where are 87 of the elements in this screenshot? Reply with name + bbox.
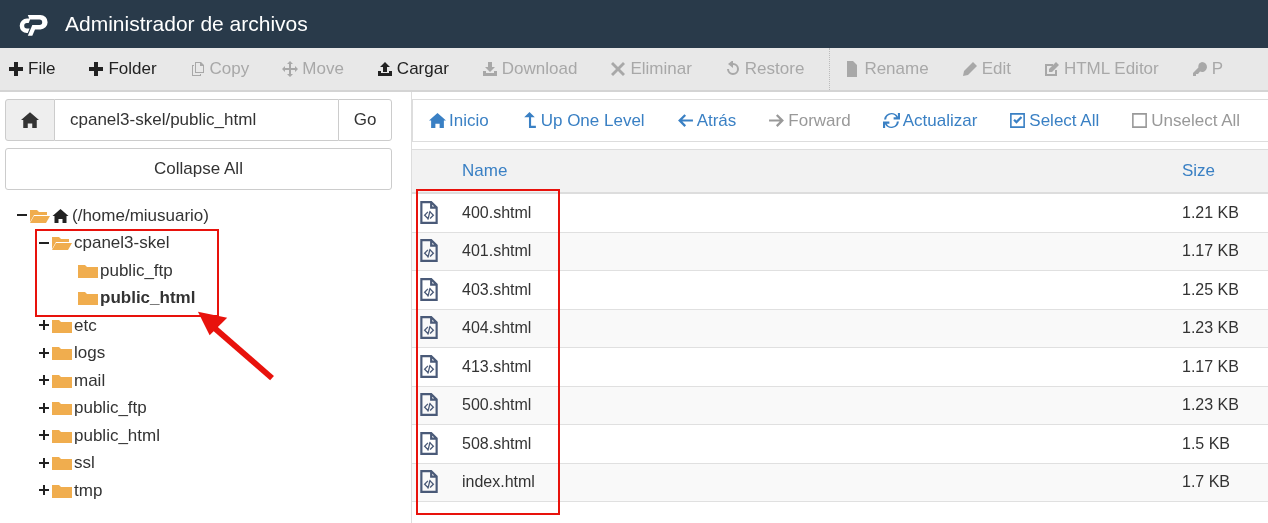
tree-item[interactable]: public_ftp <box>74 398 147 419</box>
folder-icon <box>52 317 72 334</box>
code-file-icon <box>420 393 438 418</box>
new-folder-icon <box>88 61 105 77</box>
file-name[interactable]: 500.shtml <box>462 396 1182 415</box>
nav-button[interactable]: Select All <box>999 110 1110 131</box>
folder-icon <box>52 400 72 417</box>
tree-item[interactable]: public_html <box>100 288 196 309</box>
tree-item[interactable]: ssl <box>74 453 95 474</box>
file-size: 1.23 KB <box>1182 319 1240 338</box>
file-name[interactable]: 403.shtml <box>462 280 1182 299</box>
expand-icon[interactable] <box>38 456 50 469</box>
file-name[interactable]: index.html <box>462 473 1182 492</box>
new-file-icon <box>8 61 24 77</box>
code-file-icon <box>420 431 438 456</box>
html-editor-icon <box>1043 61 1060 77</box>
folder-icon <box>52 427 72 444</box>
expand-icon[interactable] <box>38 346 50 359</box>
file-size: 1.17 KB <box>1182 357 1240 376</box>
nav-button[interactable]: Actualizar <box>872 110 988 131</box>
code-file-icon <box>420 470 438 495</box>
nav-button[interactable]: Inicio <box>419 110 499 131</box>
restore-icon <box>724 61 741 77</box>
expand-icon[interactable] <box>38 484 50 497</box>
file-size: 1.5 KB <box>1182 434 1232 453</box>
toolbar-button[interactable]: Folder <box>80 59 165 79</box>
home-button[interactable] <box>5 99 55 141</box>
open-folder-icon <box>30 207 50 224</box>
file-name[interactable]: 508.shtml <box>462 434 1182 453</box>
file-name[interactable]: 404.shtml <box>462 319 1182 338</box>
code-file-icon <box>420 354 438 379</box>
nav-button[interactable]: Atrás <box>666 110 747 131</box>
back-icon <box>676 112 694 129</box>
column-header[interactable]: Size <box>1182 161 1268 181</box>
code-file-icon <box>420 277 438 302</box>
collapse-all-button[interactable]: Collapse All <box>5 148 392 190</box>
tree-item[interactable]: tmp <box>74 480 103 501</box>
file-size: 1.23 KB <box>1182 396 1240 415</box>
home-icon <box>21 111 39 129</box>
file-size: 1.17 KB <box>1182 242 1240 261</box>
expand-icon[interactable] <box>38 374 50 387</box>
home-icon <box>52 207 69 224</box>
delete-icon <box>610 61 627 77</box>
app-title: Administrador de archivos <box>65 12 308 36</box>
upload-icon <box>376 61 393 77</box>
move-icon <box>282 61 299 77</box>
tree-item[interactable]: logs <box>74 343 106 364</box>
folder-icon <box>78 290 98 307</box>
code-file-icon <box>420 316 438 341</box>
open-folder-icon <box>52 235 72 252</box>
tree-item[interactable]: mail <box>74 370 106 391</box>
folder-icon <box>52 372 72 389</box>
home-icon <box>429 112 446 129</box>
tree-item[interactable]: cpanel3-skel <box>74 233 170 254</box>
file-size: 1.25 KB <box>1182 280 1240 299</box>
toolbar-button[interactable]: Cargar <box>368 59 457 79</box>
go-button[interactable]: Go <box>338 99 392 141</box>
copy-icon <box>189 61 206 77</box>
folder-icon <box>78 262 98 279</box>
code-file-icon <box>420 239 438 264</box>
path-field[interactable]: cpanel3-skel/public_html <box>55 99 338 141</box>
file-name[interactable]: 400.shtml <box>462 203 1182 222</box>
unselect-all-icon <box>1131 112 1149 129</box>
select-all-icon <box>1009 112 1027 129</box>
folder-icon <box>52 345 72 362</box>
code-file-icon <box>420 200 438 225</box>
file-size: 1.21 KB <box>1182 203 1240 222</box>
refresh-icon <box>882 112 900 129</box>
expand-icon[interactable] <box>38 319 50 332</box>
column-header[interactable]: Name <box>462 161 1182 181</box>
forward-icon <box>768 112 786 129</box>
expand-icon[interactable] <box>38 429 50 442</box>
toolbar-button[interactable]: File <box>0 59 64 79</box>
nav-button[interactable]: Up One Level <box>510 110 655 131</box>
download-icon <box>481 61 498 77</box>
folder-icon <box>52 455 72 472</box>
permissions-icon <box>1191 61 1208 77</box>
file-name[interactable]: 413.shtml <box>462 357 1182 376</box>
tree-item[interactable]: (/home/miusuario) <box>72 205 209 226</box>
file-name[interactable]: 401.shtml <box>462 242 1182 261</box>
tree-item[interactable]: public_ftp <box>100 260 173 281</box>
tree-item[interactable]: public_html <box>74 425 160 446</box>
file-size: 1.7 KB <box>1182 473 1232 492</box>
folder-icon <box>52 482 72 499</box>
expand-icon[interactable] <box>38 401 50 414</box>
edit-icon <box>961 61 978 77</box>
tree-item[interactable]: etc <box>74 315 97 336</box>
